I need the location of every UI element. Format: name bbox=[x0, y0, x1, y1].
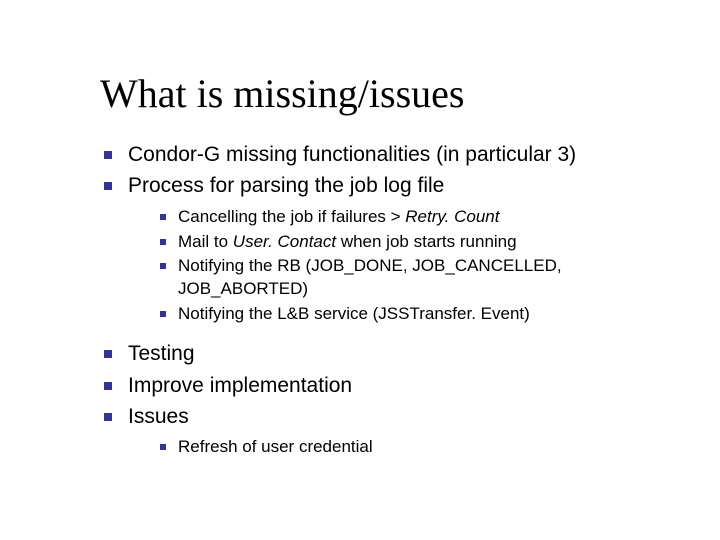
bullet-item: Issues Refresh of user credential bbox=[100, 403, 680, 459]
bullet-list-level2: Refresh of user credential bbox=[128, 436, 680, 459]
bullet-sub-item: Refresh of user credential bbox=[156, 436, 680, 459]
bullet-text: Process for parsing the job log file bbox=[128, 174, 444, 197]
bullet-sub-item: Notifying the L&B service (JSSTransfer. … bbox=[156, 303, 680, 326]
bullet-item: Process for parsing the job log file Can… bbox=[100, 172, 680, 326]
bullet-text: Condor-G missing functionalities (in par… bbox=[128, 143, 576, 166]
bullet-item: Improve implementation bbox=[100, 372, 680, 399]
bullet-text: Issues bbox=[128, 405, 189, 428]
bullet-list-level1: Condor-G missing functionalities (in par… bbox=[100, 141, 680, 459]
bullet-text: Testing bbox=[128, 342, 195, 365]
bullet-text: Cancelling the job if failures > bbox=[178, 207, 405, 226]
bullet-item: Condor-G missing functionalities (in par… bbox=[100, 141, 680, 168]
italic-text: Retry. Count bbox=[405, 207, 499, 226]
bullet-list-level2: Cancelling the job if failures > Retry. … bbox=[128, 206, 680, 327]
bullet-text: Notifying the RB (JOB_DONE, JOB_CANCELLE… bbox=[178, 256, 562, 298]
bullet-text: when job starts running bbox=[336, 232, 517, 251]
bullet-sub-item: Cancelling the job if failures > Retry. … bbox=[156, 206, 680, 229]
bullet-item: Testing bbox=[100, 340, 680, 367]
slide: What is missing/issues Condor-G missing … bbox=[0, 0, 720, 540]
bullet-text: Mail to bbox=[178, 232, 233, 251]
italic-text: User. Contact bbox=[233, 232, 336, 251]
bullet-sub-item: Mail to User. Contact when job starts ru… bbox=[156, 231, 680, 254]
bullet-text: Improve implementation bbox=[128, 374, 352, 397]
bullet-text: Refresh of user credential bbox=[178, 437, 373, 456]
bullet-sub-item: Notifying the RB (JOB_DONE, JOB_CANCELLE… bbox=[156, 255, 680, 301]
bullet-text: Notifying the L&B service (JSSTransfer. … bbox=[178, 304, 530, 323]
slide-title: What is missing/issues bbox=[100, 70, 680, 117]
